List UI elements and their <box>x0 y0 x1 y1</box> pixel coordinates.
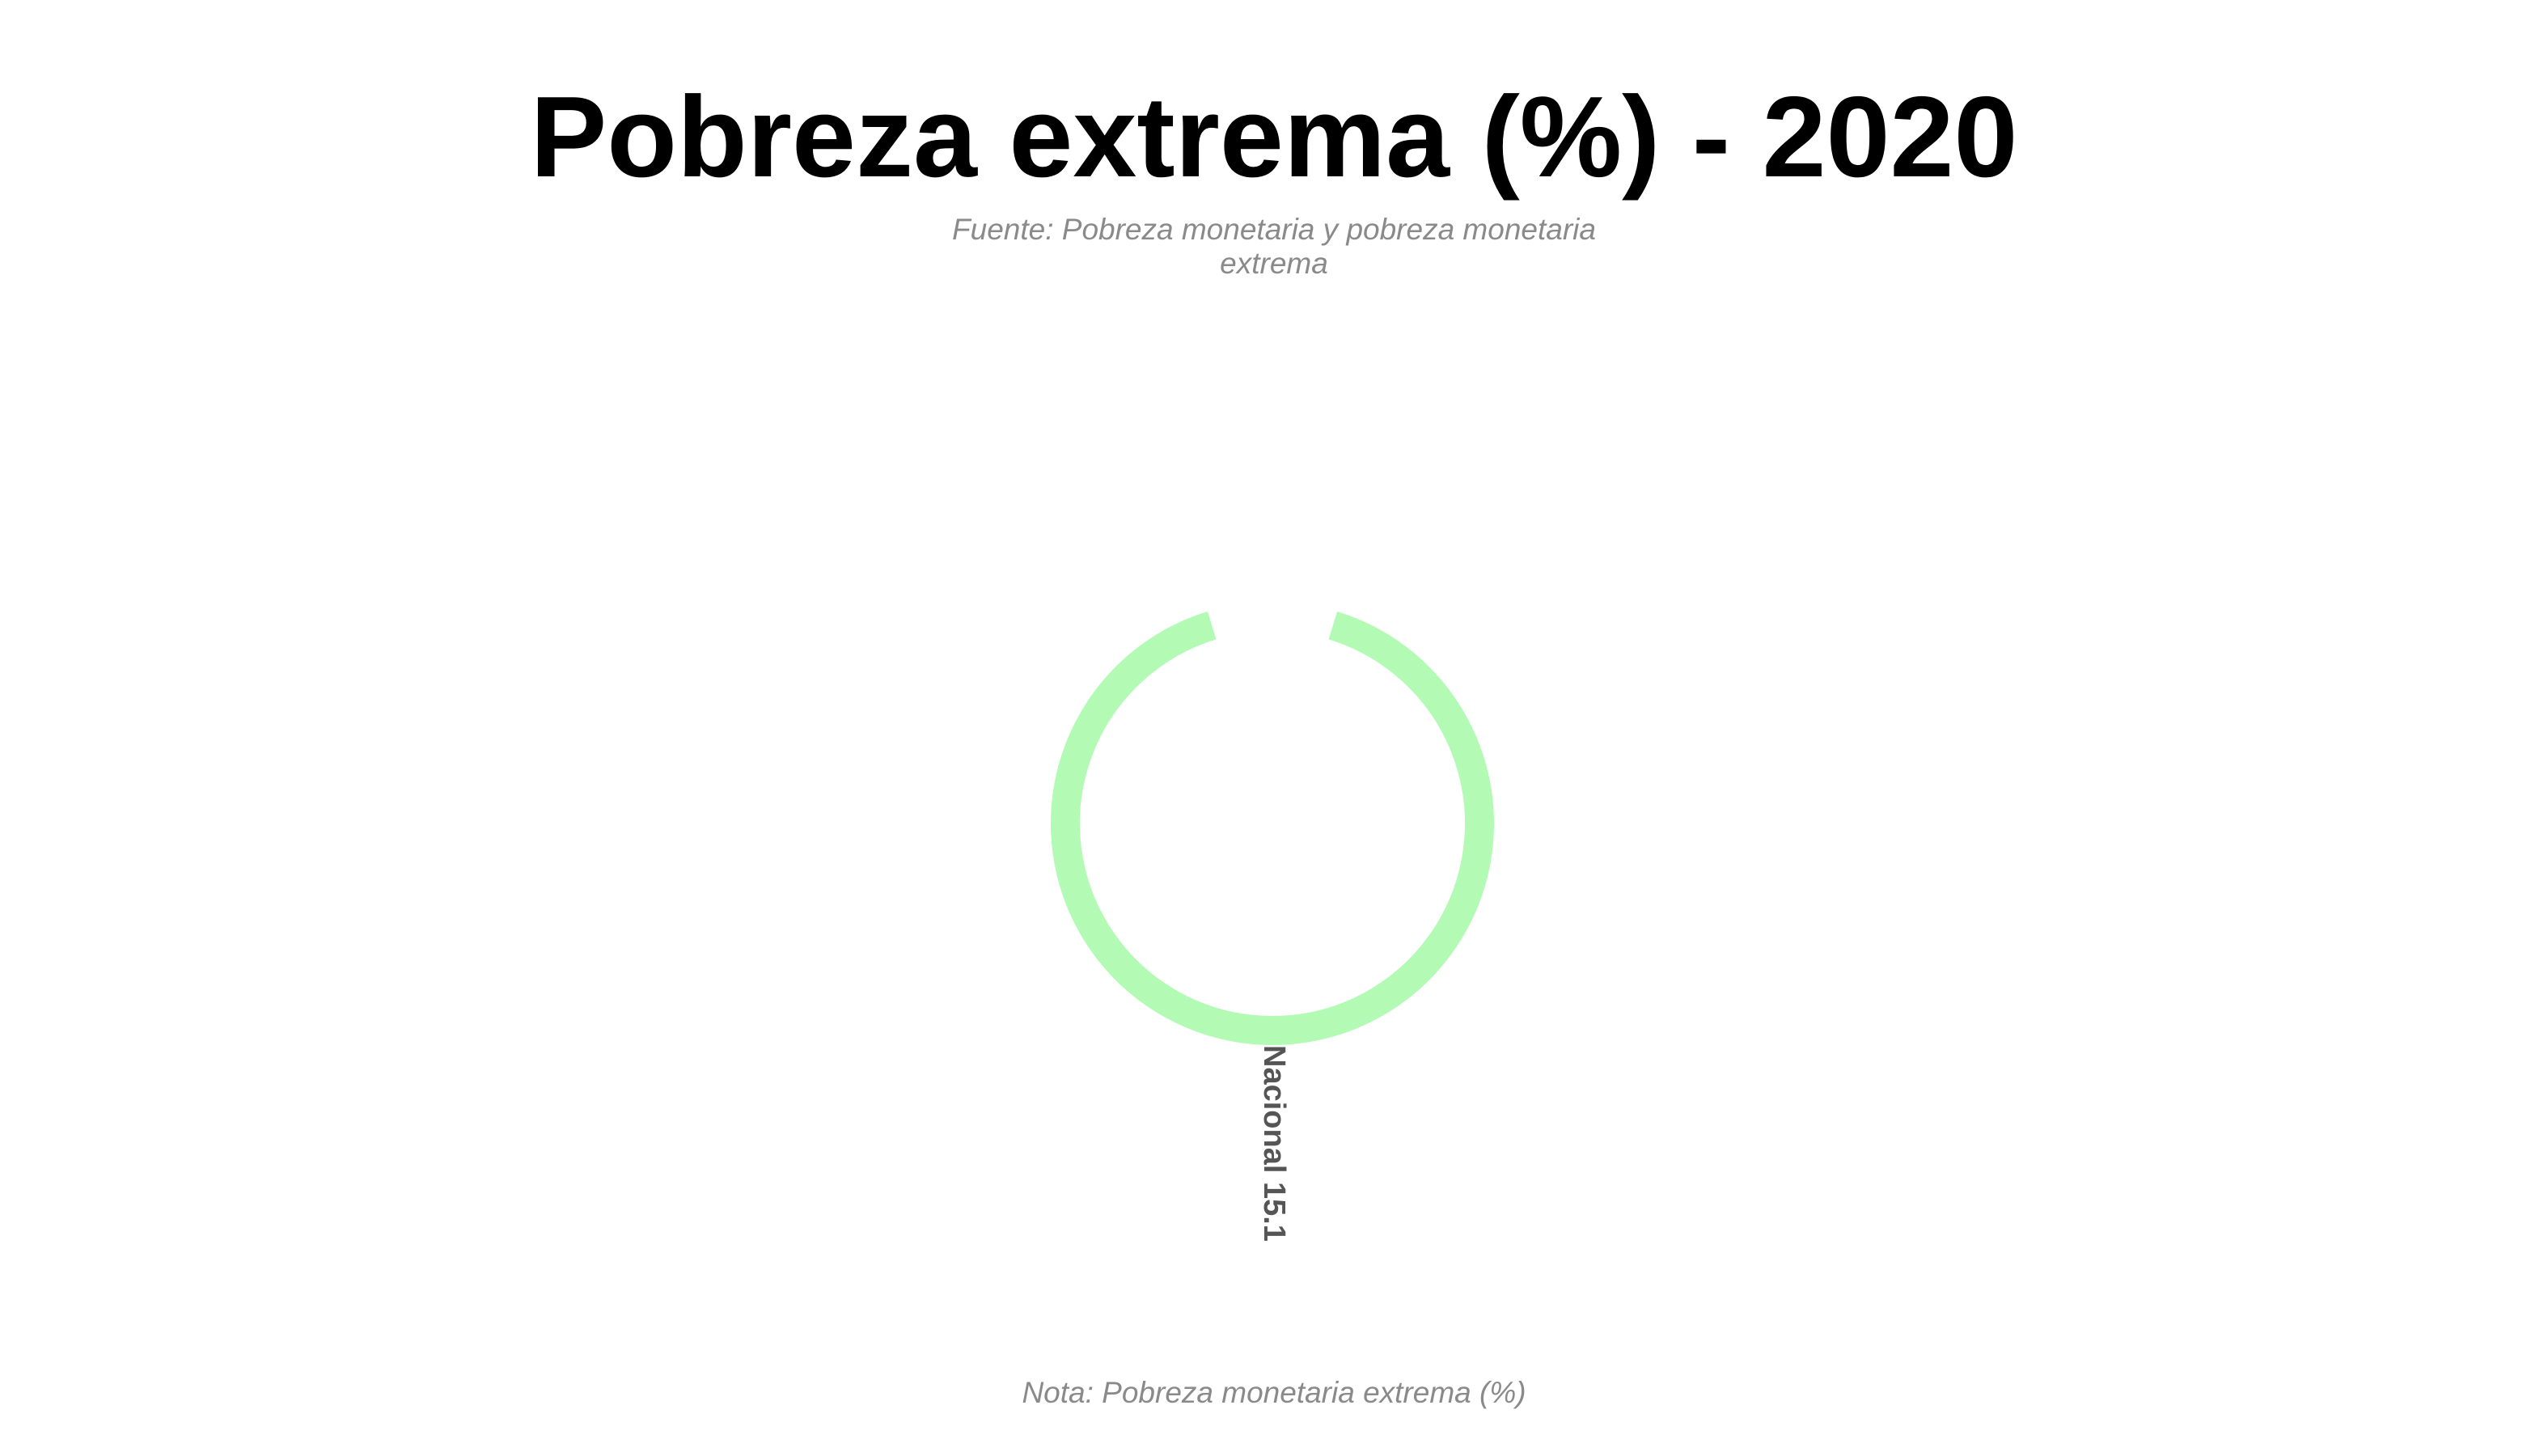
chart-note: Nota: Pobreza monetaria extrema (%) <box>1022 1376 1526 1409</box>
arc-segment-nacional <box>1051 611 1494 1045</box>
chart-page: Pobreza extrema (%) - 2020 Fuente: Pobre… <box>0 0 2548 1456</box>
labels-layer: Nacional 15.1 <box>1257 1045 1291 1242</box>
arc-label-nacional: Nacional 15.1 <box>1257 1045 1291 1242</box>
radial-chart: Nacional 15.1 <box>1051 611 1494 1242</box>
arcs-layer <box>1051 611 1494 1045</box>
